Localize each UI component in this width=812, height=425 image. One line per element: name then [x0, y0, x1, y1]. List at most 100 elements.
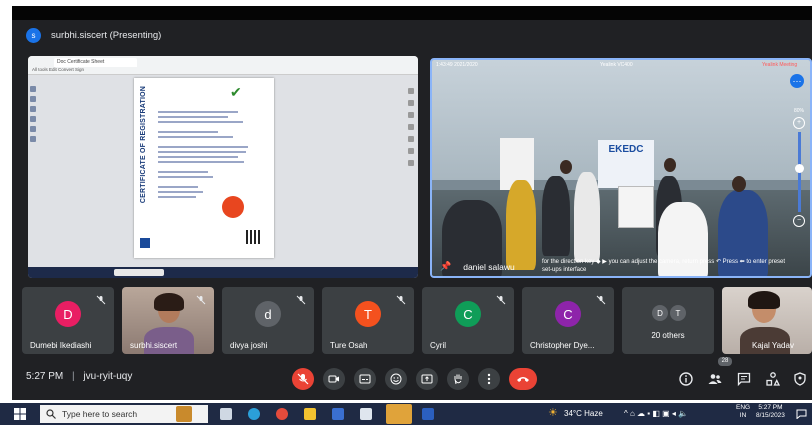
meeting-time: 5:27 PM — [26, 371, 64, 382]
notification-icon[interactable] — [796, 409, 807, 419]
language-region: IN — [739, 412, 747, 419]
captions-icon — [359, 374, 371, 384]
task-view-icon[interactable] — [220, 408, 232, 420]
participant-avatar: D — [55, 301, 81, 327]
file-explorer-icon[interactable] — [304, 408, 316, 420]
certificate-text-lines — [158, 108, 258, 201]
certificate-document: CERTIFICATE OF REGISTRATION ✔ — [134, 78, 274, 258]
pin-icon[interactable]: 📌 — [440, 261, 451, 272]
zoom-slider-knob[interactable] — [794, 164, 804, 173]
camera-tile-daniel[interactable]: EKEDC 1:43:49 2021/2020 Yealink VC400 Ye… — [430, 58, 812, 278]
meeting-time-code: 5:27 PM | jvu-ryit-uqy — [26, 371, 133, 382]
info-icon[interactable] — [678, 371, 694, 387]
certificate-side-title: CERTIFICATE OF REGISTRATION — [140, 86, 147, 204]
meet-window: s surbhi.siscert (Presenting) Doc Certif… — [12, 6, 812, 400]
mic-off-icon — [396, 295, 406, 305]
chat-icon[interactable] — [736, 371, 752, 387]
raise-hand-button[interactable] — [447, 368, 469, 390]
person-silhouette — [506, 180, 536, 270]
zoom-percent: 80% — [793, 108, 804, 114]
person-silhouette — [574, 172, 600, 262]
hang-up-icon — [517, 377, 529, 382]
system-time: 5:27 PM — [758, 404, 783, 411]
participant-hair — [748, 291, 780, 309]
zoom-out-icon[interactable]: − — [793, 215, 805, 227]
people-icon[interactable] — [707, 371, 723, 387]
shared-taskbar-search — [114, 269, 164, 276]
host-controls-icon[interactable] — [792, 371, 808, 387]
language-code: ENG — [736, 404, 751, 411]
camera-name-label: 📌 daniel salawu — [440, 261, 515, 272]
camera-button[interactable] — [323, 368, 345, 390]
briefcase-icon[interactable] — [176, 406, 192, 422]
mic-off-button[interactable] — [292, 368, 314, 390]
system-date: 8/15/2023 — [756, 412, 785, 419]
word-icon[interactable] — [422, 408, 434, 420]
held-certificate — [618, 186, 654, 228]
store-icon[interactable] — [332, 408, 344, 420]
person-head — [732, 176, 746, 192]
camera-caption: for the direction key ◆ ▶ you can adjust… — [542, 259, 786, 273]
shared-windows-taskbar — [28, 267, 418, 278]
mic-off-icon — [596, 295, 606, 305]
pdf-right-tools — [408, 82, 416, 172]
participant-avatar: T — [355, 301, 381, 327]
windows-start-icon[interactable] — [14, 408, 26, 420]
weather-icon: ☀ — [548, 407, 558, 419]
person-silhouette — [542, 176, 570, 256]
chrome-icon[interactable] — [276, 408, 288, 420]
zoom-in-icon[interactable]: + — [793, 117, 805, 129]
check-logo-icon: ✔ — [230, 84, 242, 100]
captions-button[interactable] — [354, 368, 376, 390]
qr-code-icon — [246, 230, 260, 244]
participant-name: Dumebi Ikediashi — [30, 341, 92, 350]
participant-tile[interactable]: D Dumebi Ikediashi — [22, 287, 114, 354]
language-indicator[interactable]: ENG IN — [736, 404, 750, 420]
others-tile[interactable]: D T 20 others — [622, 287, 714, 354]
emoji-button[interactable] — [385, 368, 407, 390]
emoji-icon — [390, 373, 402, 385]
present-screen-icon — [421, 374, 433, 384]
hand-icon — [454, 374, 462, 385]
participant-tile[interactable]: C Christopher Dye... — [522, 287, 614, 354]
participant-tile[interactable]: T Ture Osah — [322, 287, 414, 354]
more-button[interactable] — [478, 368, 500, 390]
pdf-tab: Doc Certificate Sheet — [54, 58, 137, 67]
presenter-chip[interactable]: s surbhi.siscert (Presenting) — [26, 25, 161, 45]
participant-tile[interactable]: d divya joshi — [222, 287, 314, 354]
search-icon — [46, 409, 56, 419]
more-options-icon[interactable]: ⋯ — [790, 74, 804, 88]
participant-tile[interactable]: Kajal Yadav — [722, 287, 812, 354]
participant-name: divya joshi — [230, 341, 268, 350]
meeting-code: jvu-ryit-uqy — [83, 371, 133, 382]
zoom-slider[interactable] — [794, 132, 804, 212]
window-top-bar — [12, 6, 812, 20]
weather-text[interactable]: 34°C Haze — [564, 409, 603, 418]
leave-call-button[interactable] — [509, 368, 537, 390]
taskbar-search-placeholder: Type here to search — [62, 409, 138, 419]
person-head — [664, 158, 676, 172]
participant-avatar: C — [555, 301, 581, 327]
more-vertical-icon — [487, 373, 491, 385]
present-button[interactable] — [416, 368, 438, 390]
red-seal-icon — [222, 196, 244, 218]
camera-device-label: Yealink VC400 — [600, 62, 633, 68]
other-avatar: T — [670, 305, 686, 321]
camera-zoom-control[interactable]: 80% + − — [792, 108, 806, 238]
video-camera-icon — [328, 375, 339, 383]
participant-avatar: C — [455, 301, 481, 327]
participant-tile[interactable]: surbhi.siscert — [122, 287, 214, 354]
tray-icons[interactable]: ^ ⌂ ☁ ▪ ◧ ▣ ◂ 🔈 — [624, 409, 688, 418]
edge-icon[interactable] — [248, 408, 260, 420]
system-clock[interactable]: 5:27 PM 8/15/2023 — [756, 404, 785, 420]
mic-off-icon — [96, 295, 106, 305]
active-app-icon[interactable] — [386, 404, 412, 424]
mail-icon[interactable] — [360, 408, 372, 420]
participant-name: surbhi.siscert — [130, 341, 178, 350]
activities-icon[interactable] — [765, 371, 781, 387]
screen-share-tile[interactable]: Doc Certificate Sheet All tools Edit Con… — [28, 56, 418, 278]
mic-off-icon — [496, 295, 506, 305]
participant-hair — [154, 293, 184, 311]
others-count-label: 20 others — [651, 331, 685, 340]
participant-tile[interactable]: C Cyril — [422, 287, 514, 354]
